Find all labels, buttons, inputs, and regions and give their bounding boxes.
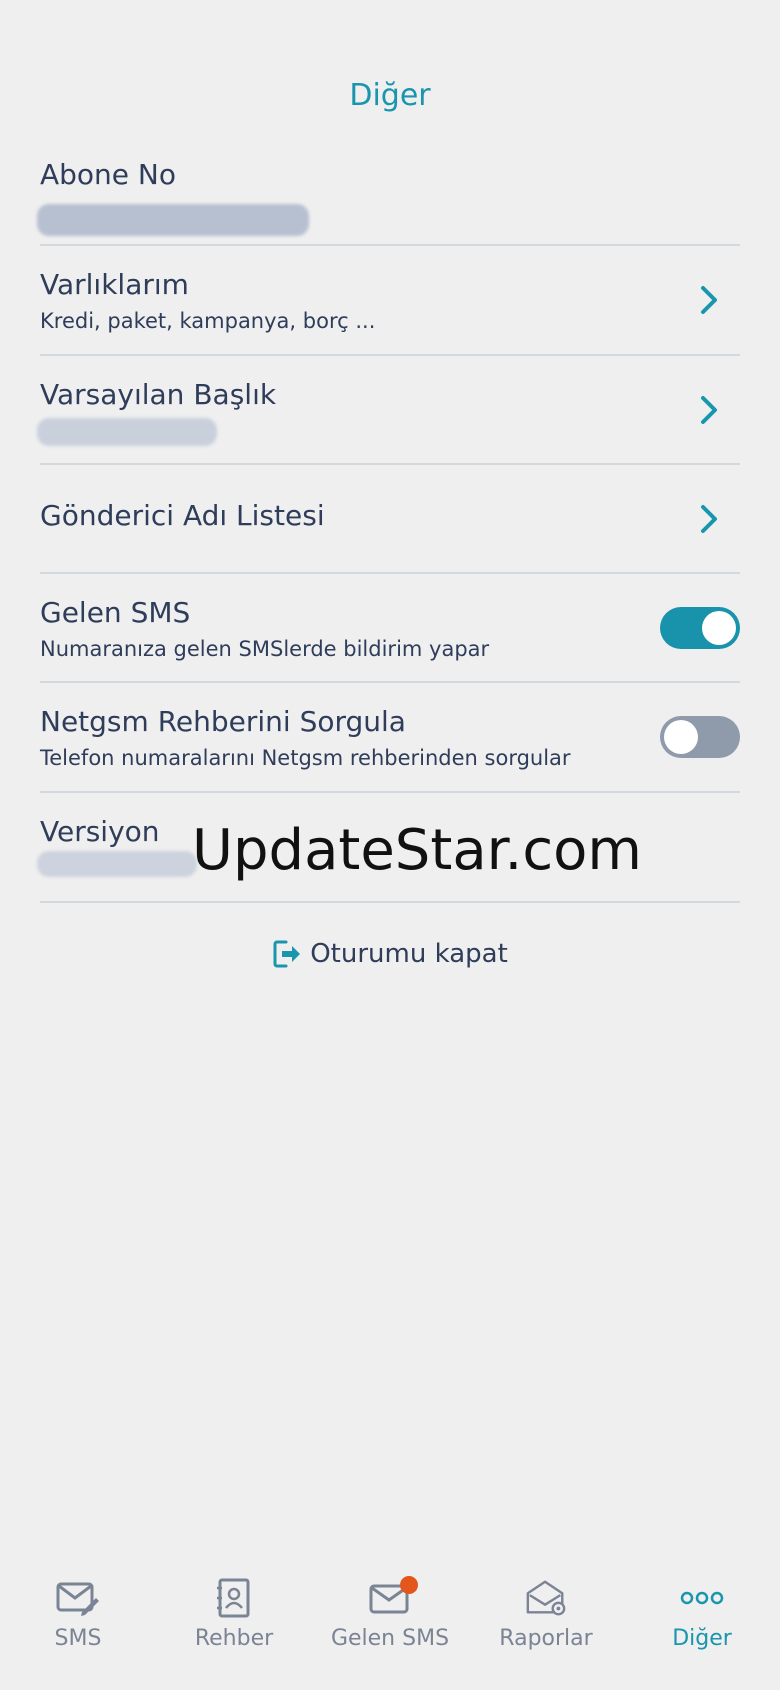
notification-badge: [400, 1576, 418, 1594]
tab-label: Diğer: [672, 1626, 732, 1651]
tab-rehber[interactable]: Rehber: [156, 1560, 312, 1690]
tab-label: Raporlar: [499, 1626, 593, 1651]
row-gonderici-adi-listesi[interactable]: Gönderici Adı Listesi: [40, 465, 740, 574]
chevron-right-icon[interactable]: [696, 501, 722, 537]
versiyon-value-redacted: [37, 851, 197, 877]
netgsm-rehber-toggle[interactable]: [660, 716, 740, 758]
logout-button[interactable]: Oturumu kapat: [0, 938, 780, 970]
logout-icon: [273, 940, 301, 968]
more-dots-icon: [680, 1578, 724, 1618]
reports-icon: [524, 1578, 568, 1618]
tab-diger[interactable]: Diğer: [624, 1560, 780, 1690]
tab-label: SMS: [54, 1626, 102, 1651]
contacts-book-icon: [212, 1578, 256, 1618]
settings-screen: Diğer Abone No Varlıklarım Kredi, paket,…: [0, 0, 780, 1690]
varsayilan-baslik-title: Varsayılan Başlık: [40, 378, 277, 411]
toggle-knob: [664, 720, 698, 754]
tab-gelen-sms[interactable]: Gelen SMS: [312, 1560, 468, 1690]
chevron-right-icon[interactable]: [696, 392, 722, 428]
gonderici-adi-listesi-title: Gönderici Adı Listesi: [40, 499, 325, 532]
tab-label: Gelen SMS: [330, 1626, 450, 1651]
row-varliklarim[interactable]: Varlıklarım Kredi, paket, kampanya, borç…: [40, 246, 740, 356]
row-abone-no: Abone No: [37, 150, 740, 246]
inbox-mail-icon: [368, 1576, 418, 1618]
settings-list: Abone No Varlıklarım Kredi, paket, kampa…: [37, 150, 740, 903]
gelen-sms-toggle[interactable]: [660, 606, 740, 649]
tab-sms[interactable]: SMS: [0, 1560, 156, 1690]
logout-label: Oturumu kapat: [310, 939, 508, 969]
tab-raporlar[interactable]: Raporlar: [468, 1560, 624, 1690]
abone-no-title: Abone No: [40, 158, 177, 191]
varsayilan-baslik-value-redacted: [37, 418, 217, 446]
row-gelen-sms: Gelen SMS Numaranıza gelen SMSlerde bild…: [40, 574, 740, 683]
bottom-tab-bar: SMS Rehber Gelen SMS Raporlar Diğer: [0, 1560, 780, 1690]
row-netgsm-rehber: Netgsm Rehberini Sorgula Telefon numaral…: [40, 683, 740, 793]
netgsm-rehber-subtitle: Telefon numaralarını Netgsm rehberinden …: [40, 746, 571, 770]
abone-no-value-redacted: [37, 204, 309, 236]
varliklarim-subtitle: Kredi, paket, kampanya, borç ...: [40, 309, 376, 333]
gelen-sms-subtitle: Numaranıza gelen SMSlerde bildirim yapar: [40, 637, 490, 661]
netgsm-rehber-title: Netgsm Rehberini Sorgula: [40, 705, 406, 738]
watermark-text: UpdateStar.com: [192, 818, 642, 883]
chevron-right-icon[interactable]: [696, 282, 722, 318]
toggle-knob: [702, 610, 736, 645]
sms-compose-icon: [56, 1578, 100, 1618]
varliklarim-title: Varlıklarım: [40, 268, 189, 301]
tab-label: Rehber: [194, 1626, 274, 1651]
gelen-sms-title: Gelen SMS: [40, 596, 191, 629]
row-varsayilan-baslik[interactable]: Varsayılan Başlık: [37, 356, 740, 465]
page-title: Diğer: [349, 78, 431, 113]
